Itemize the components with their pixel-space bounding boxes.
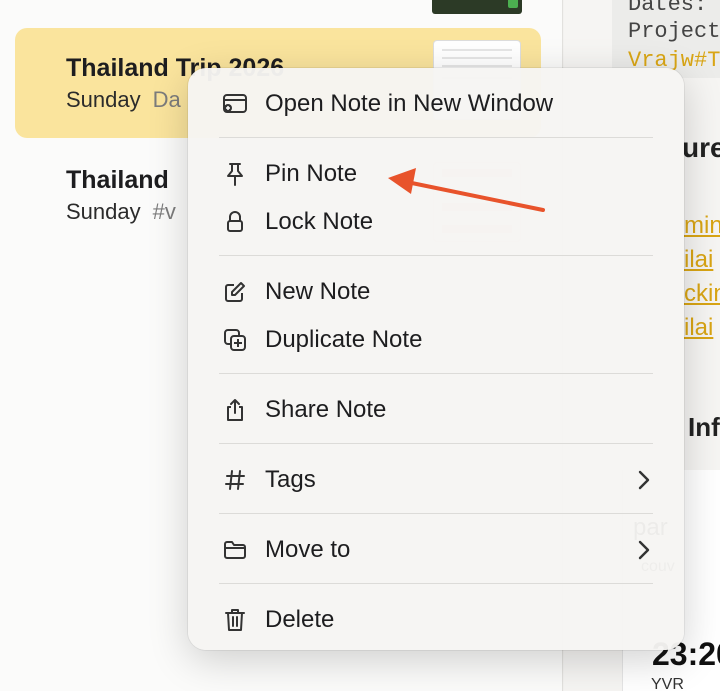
chevron-right-icon	[638, 467, 652, 493]
editor-link[interactable]: min	[684, 212, 720, 240]
code-line: Project	[628, 19, 720, 44]
editor-heading: ure	[682, 132, 720, 163]
menu-item-pin[interactable]: Pin Note	[188, 151, 684, 197]
note-meta: Sunday #v	[66, 199, 176, 225]
duplicate-icon	[222, 327, 248, 353]
compose-icon	[222, 279, 248, 305]
menu-item-delete[interactable]: Delete	[188, 597, 684, 643]
note-tag: Da	[152, 87, 181, 112]
menu-item-share[interactable]: Share Note	[188, 387, 684, 433]
menu-item-label: Open Note in New Window	[265, 90, 554, 117]
menu-separator	[219, 583, 653, 584]
menu-item-label: Delete	[265, 606, 335, 633]
note-meta: Sunday Da	[66, 87, 181, 113]
menu-separator	[219, 137, 653, 138]
note-tag: #v	[152, 199, 176, 224]
menu-item-label: Share Note	[265, 396, 387, 423]
context-menu: Open Note in New Window Pin Note Lock No…	[188, 68, 684, 650]
note-title: Thailand	[66, 166, 169, 194]
menu-item-move-to[interactable]: Move to	[188, 527, 684, 573]
menu-item-label: Pin Note	[265, 160, 358, 187]
pin-icon	[222, 161, 248, 187]
menu-item-duplicate[interactable]: Duplicate Note	[188, 317, 684, 363]
menu-item-new-note[interactable]: New Note	[188, 269, 684, 315]
note-date: Sunday	[66, 87, 141, 112]
new-window-icon	[222, 91, 248, 117]
hashtag-icon	[222, 467, 248, 493]
editor-link[interactable]: ilai	[684, 314, 713, 342]
menu-item-tags[interactable]: Tags	[188, 457, 684, 503]
note-thumbnail	[432, 0, 522, 14]
menu-item-label: New Note	[265, 278, 371, 305]
menu-item-lock[interactable]: Lock Note	[188, 199, 684, 245]
folder-icon	[222, 537, 248, 563]
menu-separator	[219, 255, 653, 256]
chevron-right-icon	[638, 537, 652, 563]
editor-subheading: Inf	[688, 412, 720, 442]
menu-item-label: Lock Note	[265, 208, 374, 235]
editor-link[interactable]: ckin	[684, 280, 720, 308]
airport-code: YVR	[651, 676, 684, 691]
code-block: Dates: Project Vrajw#T	[612, 0, 720, 78]
share-icon	[222, 397, 248, 423]
menu-item-label: Tags	[265, 466, 316, 493]
menu-separator	[219, 513, 653, 514]
menu-item-open-new-window[interactable]: Open Note in New Window	[188, 81, 684, 127]
code-line: Dates:	[628, 0, 708, 17]
note-date: Sunday	[66, 199, 141, 224]
menu-separator	[219, 373, 653, 374]
editor-link[interactable]: ilai	[684, 246, 713, 274]
menu-item-label: Move to	[265, 536, 351, 563]
menu-item-label: Duplicate Note	[265, 326, 423, 353]
menu-separator	[219, 443, 653, 444]
lock-icon	[222, 209, 248, 235]
trash-icon	[222, 607, 248, 633]
